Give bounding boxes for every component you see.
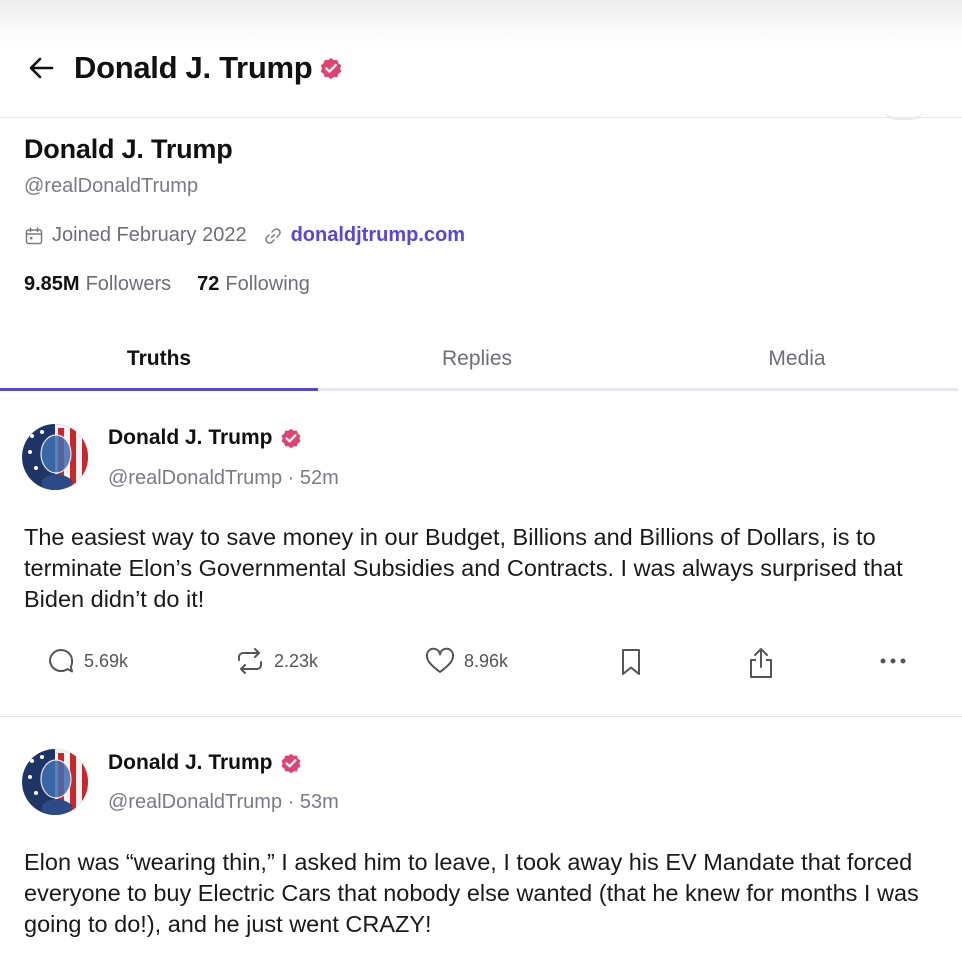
avatar[interactable]: [22, 749, 88, 815]
share-button[interactable]: [746, 646, 776, 680]
post-actions: 5.69k 2.23k 8.96k: [0, 646, 962, 686]
link-icon: [264, 227, 281, 244]
followers-count[interactable]: 9.85M: [24, 273, 80, 296]
back-button[interactable]: [26, 52, 58, 84]
following-label[interactable]: Following: [225, 273, 309, 296]
profile-info: Donald J. Trump @realDonaldTrump Joined …: [24, 134, 944, 296]
page-title: Donald J. Trump: [74, 50, 344, 86]
profile-meta: Joined February 2022 donaldjtrump.com: [24, 224, 944, 247]
following-count[interactable]: 72: [197, 273, 219, 296]
joined-date: Joined February 2022: [52, 224, 247, 246]
like-count: 8.96k: [464, 650, 509, 671]
like-button[interactable]: 8.96k: [424, 646, 508, 676]
more-options-button[interactable]: [876, 646, 910, 676]
post-divider: [0, 716, 962, 717]
tab-truths[interactable]: Truths: [0, 336, 318, 388]
heart-icon: [425, 647, 455, 673]
profile-tabs: Truths Replies Media: [0, 336, 962, 392]
verified-badge-icon: [321, 58, 342, 80]
profile-handle: @realDonaldTrump: [24, 175, 199, 197]
post-text: The easiest way to save money in our Bud…: [24, 524, 903, 612]
top-bar: Donald J. Trump: [0, 0, 962, 120]
post-author[interactable]: Donald J. Trump: [108, 426, 303, 450]
post-author[interactable]: Donald J. Trump: [108, 751, 303, 775]
scroll-edge-decoration: [884, 106, 924, 120]
arrow-left-icon: [29, 57, 54, 79]
retruth-count: 2.23k: [274, 650, 319, 671]
post-text: Elon was “wearing thin,” I asked him to …: [24, 849, 919, 937]
post-meta[interactable]: @realDonaldTrump · 53m: [108, 791, 339, 814]
post-author-name: Donald J. Trump: [108, 751, 273, 774]
comment-icon: [49, 649, 74, 673]
repost-icon: [238, 648, 262, 674]
retruth-button[interactable]: 2.23k: [234, 646, 318, 676]
reply-count: 5.69k: [84, 650, 129, 671]
avatar-image: [22, 424, 88, 490]
active-tab-indicator: [0, 388, 318, 391]
more-dots-icon: [880, 658, 906, 664]
profile-name: Donald J. Trump: [24, 134, 233, 164]
post-author-name: Donald J. Trump: [108, 426, 273, 449]
followers-label[interactable]: Followers: [86, 273, 172, 296]
verified-badge-icon: [281, 753, 300, 774]
bookmark-button[interactable]: [618, 646, 644, 678]
bookmark-icon: [622, 649, 640, 675]
post-meta[interactable]: @realDonaldTrump · 52m: [108, 467, 339, 490]
tab-replies[interactable]: Replies: [318, 336, 636, 388]
website-link[interactable]: donaldjtrump.com: [291, 224, 465, 247]
avatar-image: [22, 749, 88, 815]
share-icon: [750, 648, 772, 678]
tab-media[interactable]: Media: [638, 336, 956, 388]
tab-underline: [0, 388, 958, 391]
reply-button[interactable]: 5.69k: [46, 646, 128, 676]
verified-badge-icon: [281, 428, 300, 449]
avatar[interactable]: [22, 424, 88, 490]
profile-stats: 9.85M Followers 72 Following: [24, 273, 944, 296]
calendar-icon: [25, 226, 43, 244]
page-title-text: Donald J. Trump: [74, 50, 313, 85]
